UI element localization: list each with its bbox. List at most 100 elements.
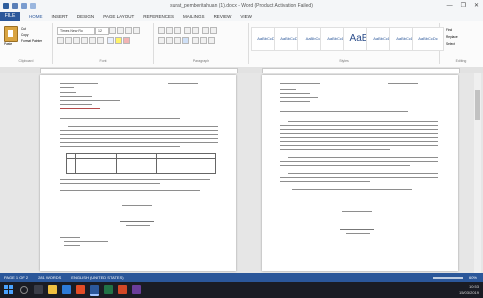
- text-line: [280, 125, 438, 127]
- word-count-status[interactable]: 281 WORDS: [38, 273, 61, 282]
- decrease-indent-icon[interactable]: [184, 27, 191, 34]
- highlight-icon[interactable]: [115, 37, 122, 44]
- italic-icon[interactable]: [65, 37, 72, 44]
- task-view-icon[interactable]: [34, 285, 43, 294]
- table-cell[interactable]: [116, 158, 157, 174]
- tab-design[interactable]: DESIGN: [77, 12, 94, 21]
- tab-view[interactable]: VIEW: [240, 12, 252, 21]
- subscript-icon[interactable]: [89, 37, 96, 44]
- document-table[interactable]: [66, 153, 217, 174]
- text-line: [280, 101, 310, 103]
- align-left-icon[interactable]: [158, 37, 165, 44]
- font-name-select[interactable]: Times New Ro: [57, 27, 95, 35]
- minimize-button[interactable]: —: [447, 2, 453, 10]
- text-line: [60, 100, 120, 102]
- align-center-icon[interactable]: [166, 37, 173, 44]
- document-page-1[interactable]: [40, 75, 236, 271]
- word-taskbar-icon[interactable]: [90, 285, 99, 296]
- tab-mailings[interactable]: MAILINGS: [183, 12, 205, 21]
- sort-icon[interactable]: [202, 27, 209, 34]
- paste-label: Paste: [4, 42, 13, 46]
- select-button[interactable]: Select: [446, 42, 455, 46]
- multilevel-list-icon[interactable]: [174, 27, 181, 34]
- text-line: [288, 121, 438, 123]
- grow-font-icon[interactable]: [109, 27, 116, 34]
- format-painter-button[interactable]: Format Painter: [21, 39, 42, 43]
- text-line: [60, 108, 100, 110]
- text-line: [280, 137, 438, 139]
- text-effects-icon[interactable]: [107, 37, 114, 44]
- shading-icon[interactable]: [200, 37, 207, 44]
- font-group-label: Font: [99, 59, 107, 63]
- zoom-slider[interactable]: [432, 276, 463, 279]
- tab-review[interactable]: REVIEW: [214, 12, 232, 21]
- bold-icon[interactable]: [57, 37, 64, 44]
- close-button[interactable]: ✕: [474, 2, 479, 10]
- text-line: [280, 133, 438, 135]
- numbering-icon[interactable]: [166, 27, 173, 34]
- tab-file[interactable]: FILE: [0, 12, 20, 21]
- tab-home[interactable]: HOME: [29, 12, 43, 21]
- redo-icon[interactable]: [30, 3, 36, 9]
- underline-icon[interactable]: [73, 37, 80, 44]
- table-cell[interactable]: [155, 158, 217, 174]
- change-case-icon[interactable]: [125, 27, 132, 34]
- text-line: [280, 93, 310, 95]
- table-cell[interactable]: [66, 158, 76, 174]
- font-size-select[interactable]: 12: [95, 27, 109, 35]
- scrollbar-thumb[interactable]: [475, 90, 480, 120]
- file-explorer-icon[interactable]: [48, 285, 57, 294]
- superscript-icon[interactable]: [97, 37, 104, 44]
- search-icon[interactable]: [20, 286, 28, 294]
- tab-page-layout[interactable]: PAGE LAYOUT: [103, 12, 134, 21]
- bullets-icon[interactable]: [158, 27, 165, 34]
- font-group: Times New Ro 12 Font: [53, 23, 154, 64]
- styles-group-label: Styles: [339, 59, 349, 63]
- clear-formatting-icon[interactable]: [133, 27, 140, 34]
- chrome-icon[interactable]: [76, 285, 85, 294]
- tab-insert[interactable]: INSERT: [52, 12, 68, 21]
- text-line: [60, 130, 218, 132]
- cut-button[interactable]: Cut: [21, 27, 26, 31]
- system-tray[interactable]: 10:53 15/03/2019: [459, 284, 479, 296]
- copy-button[interactable]: Copy: [21, 33, 28, 37]
- align-right-icon[interactable]: [174, 37, 181, 44]
- text-line: [60, 190, 200, 192]
- zoom-level[interactable]: 60%: [469, 273, 477, 282]
- paste-icon[interactable]: [4, 26, 18, 42]
- document-page-2[interactable]: [262, 75, 458, 271]
- text-line: [60, 104, 92, 106]
- clipboard-group-label: Clipboard: [18, 59, 34, 63]
- undo-icon[interactable]: [21, 3, 27, 9]
- clipboard-group: Paste Cut Copy Format Painter Clipboard: [0, 23, 53, 64]
- increase-indent-icon[interactable]: [192, 27, 199, 34]
- windows-start-icon[interactable]: [4, 285, 13, 294]
- app-icon[interactable]: [132, 285, 141, 294]
- borders-icon[interactable]: [208, 37, 215, 44]
- page-count-status[interactable]: PAGE 1 OF 2: [4, 273, 28, 282]
- font-color-icon[interactable]: [123, 37, 130, 44]
- document-workspace[interactable]: [0, 73, 483, 273]
- table-cell[interactable]: [74, 158, 118, 174]
- justify-icon[interactable]: [182, 37, 189, 44]
- maximize-button[interactable]: ❐: [461, 2, 466, 10]
- save-icon[interactable]: [12, 3, 18, 9]
- powerpoint-icon[interactable]: [118, 285, 127, 294]
- find-button[interactable]: Find: [446, 28, 452, 32]
- text-line: [60, 183, 160, 185]
- strikethrough-icon[interactable]: [81, 37, 88, 44]
- text-line: [288, 173, 438, 175]
- shrink-font-icon[interactable]: [117, 27, 124, 34]
- show-marks-icon[interactable]: [210, 27, 217, 34]
- clock-date: 15/03/2019: [458, 290, 479, 295]
- status-bar: PAGE 1 OF 2 281 WORDS ENGLISH (UNITED ST…: [0, 273, 483, 282]
- replace-button[interactable]: Replace: [446, 35, 458, 39]
- excel-icon[interactable]: [104, 285, 113, 294]
- edge-icon[interactable]: [62, 285, 71, 294]
- tab-references[interactable]: REFERENCES: [143, 12, 174, 21]
- text-line: [60, 96, 92, 98]
- text-line: [342, 211, 372, 213]
- line-spacing-icon[interactable]: [192, 37, 199, 44]
- language-status[interactable]: ENGLISH (UNITED STATES): [71, 273, 123, 282]
- status-right: 60%: [432, 273, 477, 282]
